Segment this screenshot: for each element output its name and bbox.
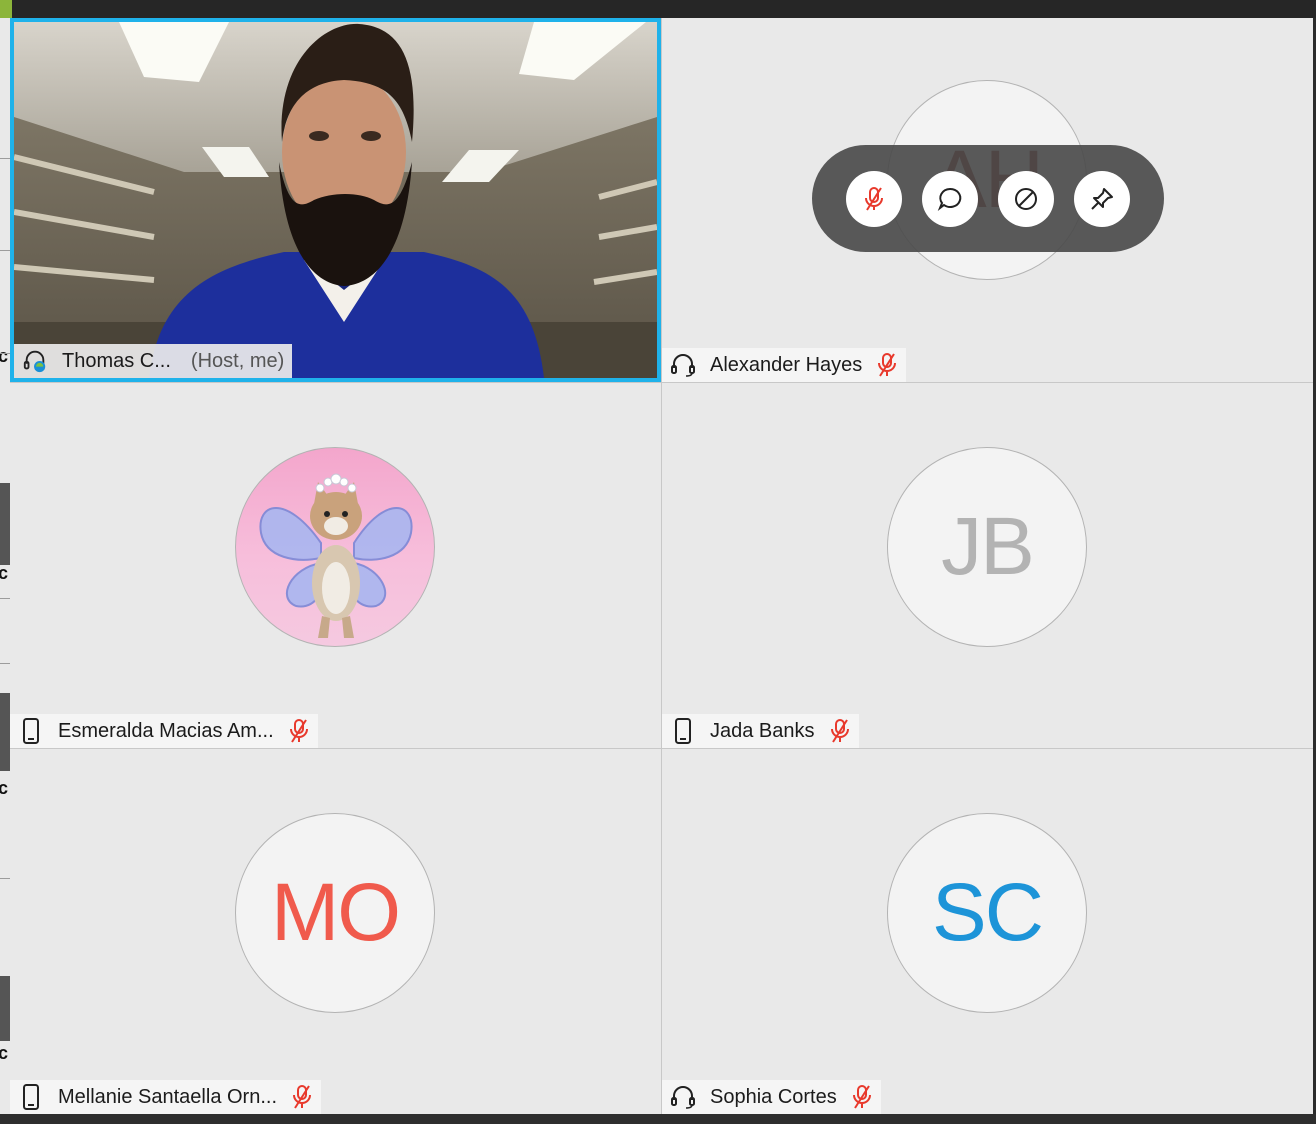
- chat-icon[interactable]: [922, 170, 978, 227]
- mic-muted-icon[interactable]: [846, 170, 902, 227]
- participant-name-tag: Mellanie Santaella Orn...: [10, 1080, 322, 1114]
- participant-name: Jada Banks: [710, 719, 815, 742]
- headset-video-icon: [22, 348, 48, 374]
- participant-name-tag: Esmeralda Macias Am...: [10, 714, 318, 748]
- mic-muted-icon: [291, 1084, 313, 1110]
- avatar: SC: [887, 813, 1087, 1013]
- avatar: MO: [235, 813, 435, 1013]
- participant-name: Sophia Cortes: [710, 1085, 837, 1108]
- participant-tile-esmeralda[interactable]: Esmeralda Macias Am...: [10, 383, 661, 748]
- participant-name: Esmeralda Macias Am...: [58, 719, 274, 742]
- headset-icon: [670, 1084, 696, 1110]
- participant-controls-bar: [812, 145, 1164, 252]
- phone-icon: [670, 718, 696, 744]
- phone-icon: [18, 1084, 44, 1110]
- participant-name: Thomas C...: [62, 349, 171, 372]
- host-role-label: (Host, me): [190, 349, 285, 372]
- phone-icon: [18, 718, 44, 744]
- participant-name: Mellanie Santaella Orn...: [58, 1085, 278, 1108]
- mic-muted-icon: [851, 1084, 873, 1110]
- pin-icon[interactable]: [1074, 170, 1130, 227]
- mic-muted-icon: [829, 718, 851, 744]
- participant-name-tag: Sophia Cortes: [662, 1080, 881, 1114]
- window-bottom-bar: [0, 1114, 1316, 1124]
- host-video-feed: [14, 22, 657, 378]
- participant-name: Alexander Hayes: [710, 353, 863, 376]
- avatar: JB: [887, 447, 1087, 647]
- participant-grid: Thomas C... (Host, me) AH Alexander Hay: [10, 18, 1313, 1114]
- window-top-bar: [0, 0, 1316, 18]
- participant-name-tag: Jada Banks: [662, 714, 859, 748]
- fairy-cat-photo-avatar: [235, 447, 435, 647]
- participant-tile-alexander-hayes[interactable]: AH Alexander Hayes: [662, 18, 1313, 382]
- headset-icon: [670, 352, 696, 378]
- participant-tile-jada-banks[interactable]: JB Jada Banks: [662, 383, 1313, 748]
- participant-name-tag: Alexander Hayes: [662, 348, 907, 382]
- participant-tile-host[interactable]: Thomas C... (Host, me): [10, 18, 661, 382]
- mic-muted-icon: [876, 352, 898, 378]
- participant-tile-sophia-cortes[interactable]: SC Sophia Cortes: [662, 749, 1313, 1114]
- mic-muted-icon: [288, 718, 310, 744]
- stop-video-icon[interactable]: [998, 170, 1054, 227]
- host-name-tag: Thomas C... (Host, me): [14, 344, 293, 378]
- participant-tile-mellanie[interactable]: MO Mellanie Santaella Orn...: [10, 749, 661, 1114]
